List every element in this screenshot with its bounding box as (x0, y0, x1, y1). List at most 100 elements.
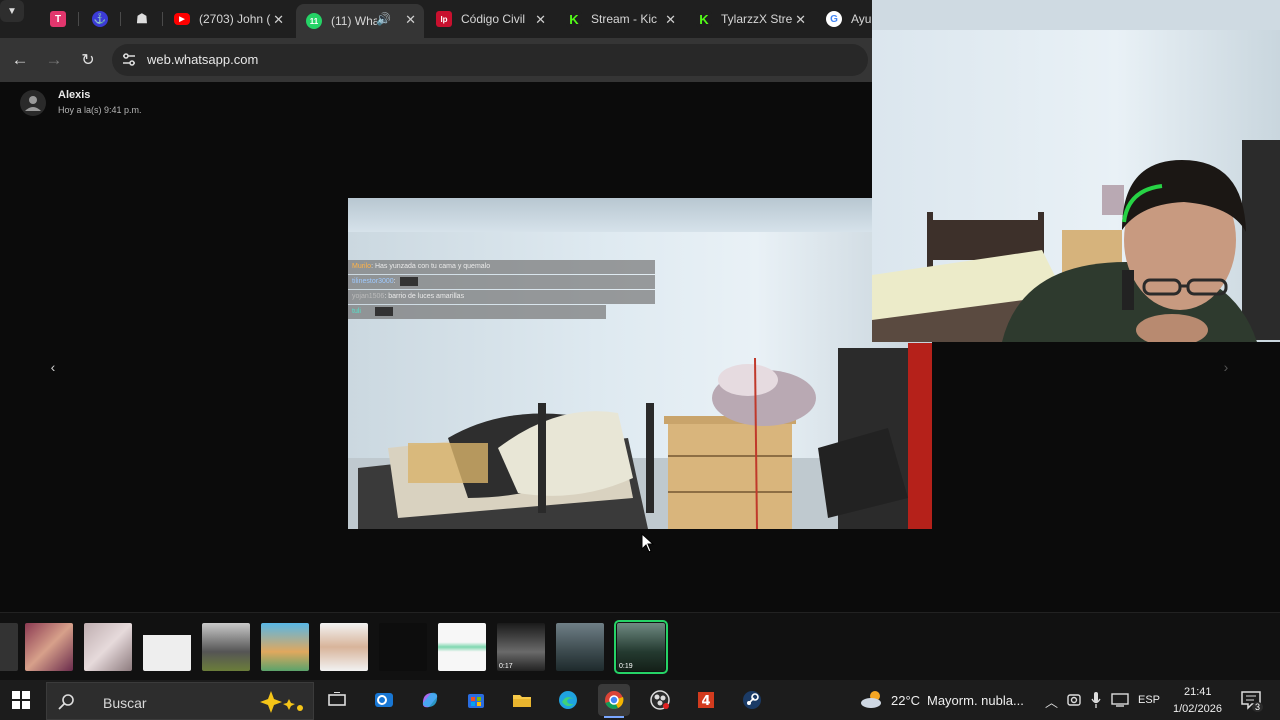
anchor-icon: ⚓ (92, 11, 108, 27)
url-text[interactable]: web.whatsapp.com (147, 52, 258, 67)
video-duration: 0:19 (619, 663, 633, 670)
whatsapp-icon: 11 (306, 13, 322, 29)
taskbar-store[interactable] (460, 684, 492, 716)
number-four-app-icon: 4 (698, 692, 714, 709)
obs-icon (650, 690, 670, 710)
cake-icon: ☗ (134, 11, 150, 27)
media-thumbnail[interactable] (143, 623, 191, 671)
tab-kick-stream[interactable]: K Stream - Kic ✕ (556, 4, 684, 34)
chevron-left-icon: ‹ (50, 359, 56, 375)
media-thumbnail[interactable] (320, 623, 368, 671)
windows-start-icon[interactable] (12, 691, 30, 709)
close-icon[interactable]: ✕ (405, 12, 416, 28)
address-bar[interactable]: web.whatsapp.com (112, 44, 868, 76)
webcam-overlay (872, 0, 1280, 342)
taskbar-steam[interactable] (736, 684, 768, 716)
weather-cloudy-icon[interactable] (860, 688, 886, 710)
task-view-icon (328, 692, 346, 706)
media-thumbnail[interactable]: 0:17 (497, 623, 545, 671)
tab-search-button[interactable]: ▼ (0, 0, 24, 22)
tab-pinned-3[interactable]: ☗ (124, 4, 160, 34)
taskbar-file-explorer[interactable] (506, 684, 538, 716)
close-icon[interactable]: ✕ (795, 12, 806, 28)
sparkle-icon (260, 691, 303, 713)
stream-chat-row: tilinestor3000: (348, 275, 655, 289)
media-thumbnail[interactable] (379, 623, 427, 671)
taskbar-search-box[interactable]: Buscar (46, 682, 314, 720)
tab-codigo-civil[interactable]: lp Código Civil ✕ (426, 4, 554, 34)
google-icon: G (826, 11, 842, 27)
tab-label: (2703) John ( (199, 12, 271, 26)
taskbar-obs[interactable] (644, 684, 676, 716)
media-thumbnail[interactable] (202, 623, 250, 671)
chevron-down-icon: ▼ (7, 5, 17, 17)
media-thumbnail[interactable] (84, 623, 132, 671)
taskbar-app-4[interactable]: 4 (690, 684, 722, 716)
copilot-icon (422, 692, 438, 708)
media-thumbnail-selected[interactable]: 0:19 (614, 620, 668, 674)
youtube-icon: ▶ (174, 13, 190, 25)
tab-pinned-2[interactable]: ⚓ (82, 4, 118, 34)
user-icon (25, 96, 41, 111)
weather-temperature[interactable]: 22°C (891, 693, 920, 708)
tab-tylarzzx-stream[interactable]: K TylarzzX Stre ✕ (686, 4, 814, 34)
tab-pinned-1[interactable]: T (40, 4, 76, 34)
tab-label: Código Civil (461, 12, 526, 26)
clock-date[interactable]: 1/02/2026 (1173, 703, 1222, 715)
avatar[interactable] (20, 90, 46, 116)
media-thumbnail[interactable] (0, 623, 18, 671)
tab-google-ayuda[interactable]: G Ayud (816, 4, 872, 34)
trello-like-icon: T (50, 11, 66, 27)
speaker-icon[interactable]: 🔊 (376, 12, 391, 26)
site-settings-icon[interactable] (122, 52, 136, 68)
chevron-up-icon[interactable]: ︿ (1045, 692, 1058, 711)
media-thumbnail[interactable] (556, 623, 604, 671)
kick-icon: K (566, 11, 582, 27)
previous-media-button[interactable]: ‹ (44, 356, 62, 378)
stream-chat-row: Murilo: Has yunzada con tu cama y quemal… (348, 260, 655, 274)
weather-description[interactable]: Mayorm. nubla... (927, 693, 1024, 708)
reload-button[interactable]: ↻ (76, 48, 100, 72)
emote-icon (374, 306, 393, 316)
language-indicator[interactable]: ESP (1138, 694, 1160, 706)
search-placeholder: Buscar (103, 695, 147, 711)
reload-icon: ↻ (81, 52, 95, 69)
close-icon[interactable]: ✕ (535, 12, 546, 28)
media-video[interactable]: Murilo: Has yunzada con tu cama y quemal… (348, 198, 932, 529)
stream-chat-row: tuli (348, 305, 606, 319)
lp-icon: lp (436, 11, 452, 27)
task-view-button[interactable] (321, 684, 353, 716)
network-icon[interactable] (1111, 693, 1129, 707)
close-icon[interactable]: ✕ (273, 12, 284, 28)
next-media-button[interactable]: › (1217, 356, 1235, 378)
stream-chat-row: yojan1506: barrio de luces amarillas (348, 290, 655, 304)
kick-icon: K (696, 11, 712, 27)
tab-label: (11) Wha (331, 14, 377, 28)
camera-app-icon[interactable] (1067, 692, 1081, 708)
webcam-scene (872, 0, 1280, 342)
taskbar-edge[interactable] (552, 684, 584, 716)
tab-youtube[interactable]: ▶ (2703) John ( ✕ (164, 4, 292, 34)
close-icon[interactable]: ✕ (665, 12, 676, 28)
taskbar-copilot[interactable] (414, 684, 446, 716)
taskbar-outlook[interactable] (368, 684, 400, 716)
video-duration: 0:17 (499, 663, 513, 670)
search-icon (58, 694, 74, 710)
outlook-icon (375, 693, 393, 707)
tab-whatsapp[interactable]: 11 (11) Wha 🔊 ✕ (296, 4, 424, 38)
edge-icon (559, 691, 577, 709)
tab-separator (78, 12, 79, 26)
browser-tab-strip: ▼ T ⚓ ☗ ▶ (2703) John ( ✕ 11 (11) Wha 🔊 … (0, 0, 872, 38)
media-thumbnail[interactable] (261, 623, 309, 671)
media-thumbnail[interactable] (25, 623, 73, 671)
taskbar-chrome[interactable] (598, 684, 630, 718)
back-button[interactable]: ← (8, 48, 32, 72)
room-scene (348, 343, 932, 529)
notification-count-badge: 3 (1252, 702, 1264, 712)
media-thumbnail-strip: 0:17 0:19 (0, 612, 1280, 680)
clock-time[interactable]: 21:41 (1184, 686, 1212, 698)
media-thumbnail[interactable] (438, 623, 486, 671)
microphone-icon[interactable] (1091, 691, 1101, 709)
forward-button[interactable]: → (42, 48, 66, 72)
tab-label: Stream - Kic (591, 12, 658, 26)
